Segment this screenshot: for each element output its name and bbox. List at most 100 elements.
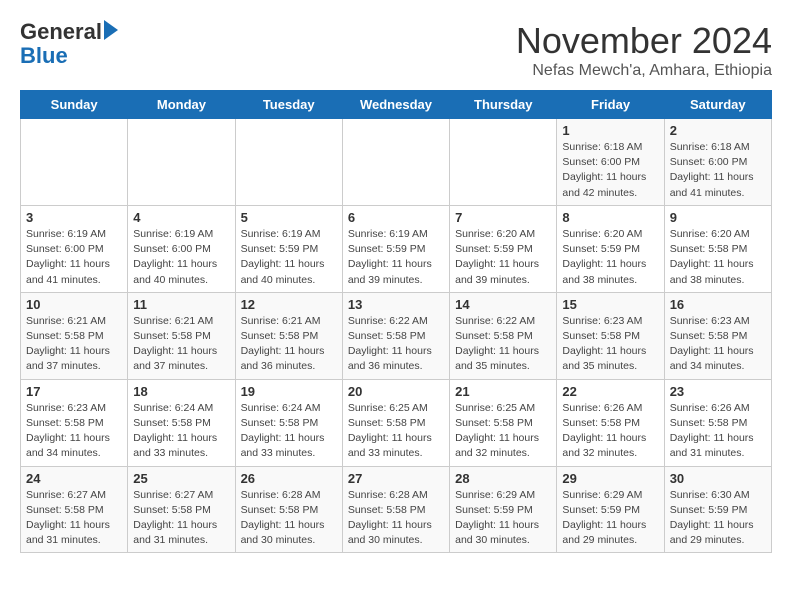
day-number: 12 (241, 297, 337, 312)
day-number: 28 (455, 471, 551, 486)
day-detail: Sunrise: 6:28 AM Sunset: 5:58 PM Dayligh… (348, 488, 444, 549)
day-number: 22 (562, 384, 658, 399)
day-detail: Sunrise: 6:25 AM Sunset: 5:58 PM Dayligh… (348, 401, 444, 462)
calendar-week-row: 24 Sunrise: 6:27 AM Sunset: 5:58 PM Dayli… (21, 466, 772, 553)
weekday-header: Monday (128, 91, 235, 119)
day-number: 5 (241, 210, 337, 225)
day-number: 21 (455, 384, 551, 399)
calendar-week-row: 10 Sunrise: 6:21 AM Sunset: 5:58 PM Dayli… (21, 292, 772, 379)
day-number: 24 (26, 471, 122, 486)
calendar-cell: 21 Sunrise: 6:25 AM Sunset: 5:58 PM Dayli… (450, 379, 557, 466)
day-detail: Sunrise: 6:19 AM Sunset: 6:00 PM Dayligh… (26, 227, 122, 288)
calendar-cell: 9Sunrise: 6:20 AM Sunset: 5:58 PM Daylig… (664, 205, 771, 292)
weekday-header: Saturday (664, 91, 771, 119)
calendar-cell: 18 Sunrise: 6:24 AM Sunset: 5:58 PM Dayli… (128, 379, 235, 466)
calendar-cell: 24 Sunrise: 6:27 AM Sunset: 5:58 PM Dayli… (21, 466, 128, 553)
day-detail: Sunrise: 6:20 AM Sunset: 5:59 PM Dayligh… (455, 227, 551, 288)
calendar-cell: 5 Sunrise: 6:19 AM Sunset: 5:59 PM Daylig… (235, 205, 342, 292)
calendar-week-row: 3 Sunrise: 6:19 AM Sunset: 6:00 PM Daylig… (21, 205, 772, 292)
day-number: 27 (348, 471, 444, 486)
logo-general: General (20, 20, 102, 44)
calendar-cell: 27 Sunrise: 6:28 AM Sunset: 5:58 PM Dayli… (342, 466, 449, 553)
day-number: 29 (562, 471, 658, 486)
day-number: 7 (455, 210, 551, 225)
day-detail: Sunrise: 6:27 AM Sunset: 5:58 PM Dayligh… (133, 488, 229, 549)
day-detail: Sunrise: 6:22 AM Sunset: 5:58 PM Dayligh… (348, 314, 444, 375)
weekday-header-row: SundayMondayTuesdayWednesdayThursdayFrid… (21, 91, 772, 119)
calendar-week-row: 1 Sunrise: 6:18 AM Sunset: 6:00 PM Daylig… (21, 119, 772, 206)
day-number: 18 (133, 384, 229, 399)
day-number: 4 (133, 210, 229, 225)
day-detail: Sunrise: 6:23 AM Sunset: 5:58 PM Dayligh… (562, 314, 658, 375)
day-detail: Sunrise: 6:19 AM Sunset: 5:59 PM Dayligh… (241, 227, 337, 288)
day-detail: Sunrise: 6:18 AM Sunset: 6:00 PM Dayligh… (670, 140, 766, 201)
calendar-cell: 7 Sunrise: 6:20 AM Sunset: 5:59 PM Daylig… (450, 205, 557, 292)
day-number: 3 (26, 210, 122, 225)
calendar-cell: 26Sunrise: 6:28 AM Sunset: 5:58 PM Dayli… (235, 466, 342, 553)
day-number: 17 (26, 384, 122, 399)
day-number: 6 (348, 210, 444, 225)
day-detail: Sunrise: 6:25 AM Sunset: 5:58 PM Dayligh… (455, 401, 551, 462)
logo-arrow-icon (104, 20, 118, 40)
day-number: 2 (670, 123, 766, 138)
day-number: 9 (670, 210, 766, 225)
calendar-cell: 8Sunrise: 6:20 AM Sunset: 5:59 PM Daylig… (557, 205, 664, 292)
calendar-cell: 4 Sunrise: 6:19 AM Sunset: 6:00 PM Daylig… (128, 205, 235, 292)
calendar-cell: 10 Sunrise: 6:21 AM Sunset: 5:58 PM Dayli… (21, 292, 128, 379)
day-detail: Sunrise: 6:29 AM Sunset: 5:59 PM Dayligh… (562, 488, 658, 549)
weekday-header: Sunday (21, 91, 128, 119)
calendar-cell: 1Sunrise: 6:18 AM Sunset: 6:00 PM Daylig… (557, 119, 664, 206)
day-number: 14 (455, 297, 551, 312)
calendar-cell: 25 Sunrise: 6:27 AM Sunset: 5:58 PM Dayli… (128, 466, 235, 553)
calendar-cell: 16Sunrise: 6:23 AM Sunset: 5:58 PM Dayli… (664, 292, 771, 379)
day-number: 23 (670, 384, 766, 399)
day-number: 25 (133, 471, 229, 486)
calendar-cell: 22 Sunrise: 6:26 AM Sunset: 5:58 PM Dayli… (557, 379, 664, 466)
day-detail: Sunrise: 6:30 AM Sunset: 5:59 PM Dayligh… (670, 488, 766, 549)
calendar-cell: 14Sunrise: 6:22 AM Sunset: 5:58 PM Dayli… (450, 292, 557, 379)
day-detail: Sunrise: 6:21 AM Sunset: 5:58 PM Dayligh… (26, 314, 122, 375)
calendar-cell: 13 Sunrise: 6:22 AM Sunset: 5:58 PM Dayli… (342, 292, 449, 379)
day-detail: Sunrise: 6:21 AM Sunset: 5:58 PM Dayligh… (241, 314, 337, 375)
calendar-cell: 17 Sunrise: 6:23 AM Sunset: 5:58 PM Dayli… (21, 379, 128, 466)
calendar-cell (235, 119, 342, 206)
weekday-header: Thursday (450, 91, 557, 119)
day-detail: Sunrise: 6:24 AM Sunset: 5:58 PM Dayligh… (133, 401, 229, 462)
day-detail: Sunrise: 6:20 AM Sunset: 5:59 PM Dayligh… (562, 227, 658, 288)
calendar-cell: 11 Sunrise: 6:21 AM Sunset: 5:58 PM Dayli… (128, 292, 235, 379)
day-detail: Sunrise: 6:19 AM Sunset: 6:00 PM Dayligh… (133, 227, 229, 288)
calendar-cell: 20 Sunrise: 6:25 AM Sunset: 5:58 PM Dayli… (342, 379, 449, 466)
calendar-cell: 6Sunrise: 6:19 AM Sunset: 5:59 PM Daylig… (342, 205, 449, 292)
day-number: 15 (562, 297, 658, 312)
day-detail: Sunrise: 6:27 AM Sunset: 5:58 PM Dayligh… (26, 488, 122, 549)
day-detail: Sunrise: 6:23 AM Sunset: 5:58 PM Dayligh… (26, 401, 122, 462)
logo: General Blue (20, 20, 118, 68)
day-detail: Sunrise: 6:29 AM Sunset: 5:59 PM Dayligh… (455, 488, 551, 549)
calendar-week-row: 17 Sunrise: 6:23 AM Sunset: 5:58 PM Dayli… (21, 379, 772, 466)
day-number: 10 (26, 297, 122, 312)
weekday-header: Wednesday (342, 91, 449, 119)
logo-blue: Blue (20, 44, 68, 68)
day-number: 1 (562, 123, 658, 138)
day-detail: Sunrise: 6:26 AM Sunset: 5:58 PM Dayligh… (562, 401, 658, 462)
calendar-cell (128, 119, 235, 206)
calendar-cell: 28 Sunrise: 6:29 AM Sunset: 5:59 PM Dayli… (450, 466, 557, 553)
day-detail: Sunrise: 6:24 AM Sunset: 5:58 PM Dayligh… (241, 401, 337, 462)
day-detail: Sunrise: 6:26 AM Sunset: 5:58 PM Dayligh… (670, 401, 766, 462)
calendar-cell (342, 119, 449, 206)
weekday-header: Tuesday (235, 91, 342, 119)
calendar-cell: 3 Sunrise: 6:19 AM Sunset: 6:00 PM Daylig… (21, 205, 128, 292)
day-detail: Sunrise: 6:21 AM Sunset: 5:58 PM Dayligh… (133, 314, 229, 375)
calendar-cell: 12 Sunrise: 6:21 AM Sunset: 5:58 PM Dayli… (235, 292, 342, 379)
day-detail: Sunrise: 6:28 AM Sunset: 5:58 PM Dayligh… (241, 488, 337, 549)
calendar-cell: 19Sunrise: 6:24 AM Sunset: 5:58 PM Dayli… (235, 379, 342, 466)
day-number: 11 (133, 297, 229, 312)
calendar-table: SundayMondayTuesdayWednesdayThursdayFrid… (20, 90, 772, 553)
day-number: 20 (348, 384, 444, 399)
calendar-cell: 29 Sunrise: 6:29 AM Sunset: 5:59 PM Dayli… (557, 466, 664, 553)
calendar-cell (450, 119, 557, 206)
day-detail: Sunrise: 6:23 AM Sunset: 5:58 PM Dayligh… (670, 314, 766, 375)
title-block: November 2024 Nefas Mewch'a, Amhara, Eth… (516, 20, 772, 80)
location-title: Nefas Mewch'a, Amhara, Ethiopia (516, 62, 772, 80)
day-number: 13 (348, 297, 444, 312)
